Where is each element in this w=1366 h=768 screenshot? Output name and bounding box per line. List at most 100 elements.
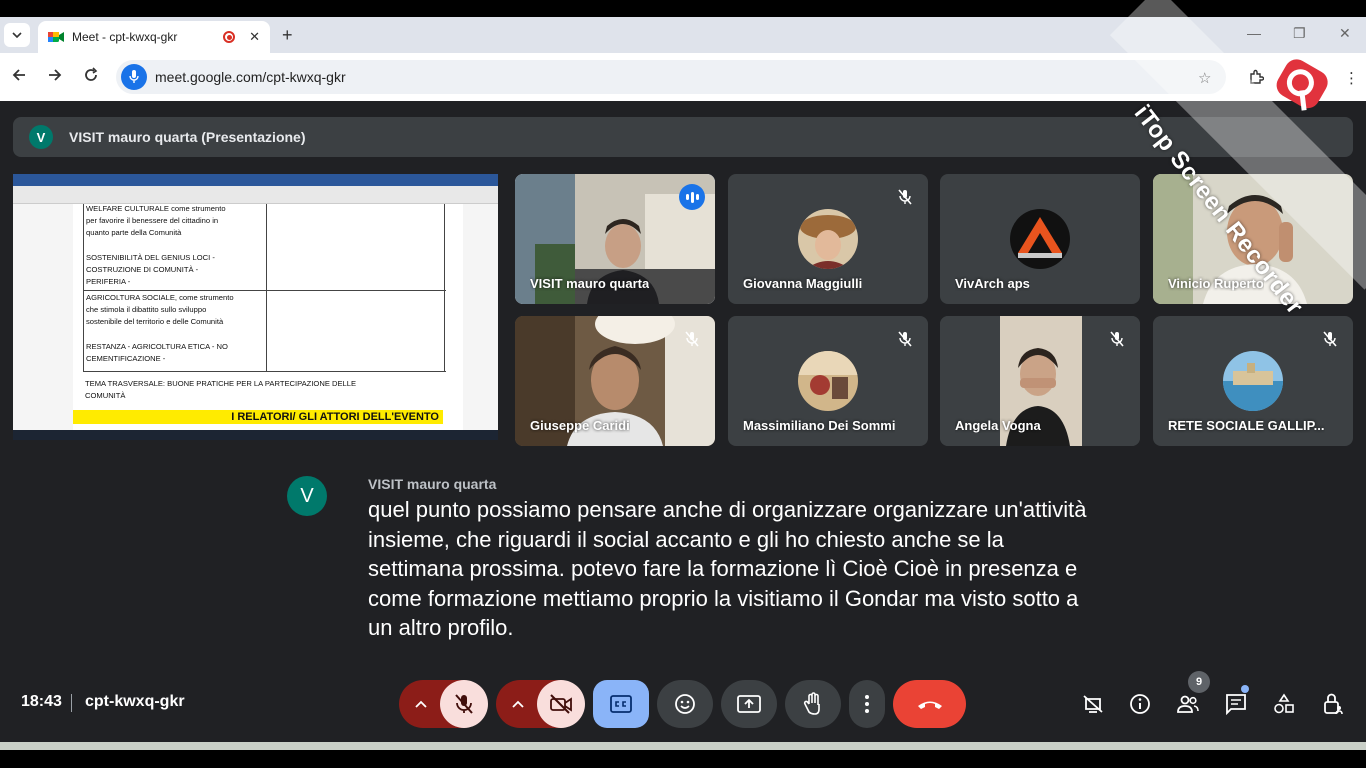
participant-avatar (1010, 209, 1070, 269)
browser-tab-strip: Meet - cpt-kwxq-gkr ✕ + — ❐ ✕ (0, 17, 1366, 53)
doc-line: RESTANZA - AGRICOLTURA ETICA - NO (86, 342, 228, 351)
google-meet-favicon-icon (48, 30, 64, 44)
captions-toggle-button[interactable] (593, 680, 649, 728)
raise-hand-icon (803, 692, 820, 715)
star-bookmark-icon[interactable]: ☆ (1198, 69, 1211, 87)
browser-tab-meet[interactable]: Meet - cpt-kwxq-gkr ✕ (38, 21, 270, 53)
present-now-button[interactable] (721, 680, 777, 728)
doc-line: CEMENTIFICAZIONE - (86, 354, 166, 363)
participant-tile[interactable]: Giovanna Maggiulli (728, 174, 928, 304)
mic-in-use-icon[interactable] (121, 64, 147, 90)
browser-toolbar: meet.google.com/cpt-kwxq-gkr ☆ ⋮ (0, 53, 1366, 101)
caption-text: quel punto possiamo pensare anche di org… (368, 497, 1087, 640)
doc-line: COSTRUZIONE DI COMUNITÀ - (86, 265, 199, 274)
mic-off-icon (1108, 330, 1126, 348)
participant-tile[interactable]: Angela Vogna (940, 316, 1140, 446)
doc-line: sostenibile del territorio e delle Comun… (86, 317, 224, 326)
bottom-strip (0, 742, 1366, 750)
activities-shapes-icon (1274, 693, 1294, 714)
camera-toggle-button[interactable] (537, 680, 585, 728)
participant-name: Massimiliano Dei Sommi (743, 418, 896, 433)
bottom-black-border (0, 750, 1366, 768)
divider (71, 694, 72, 712)
participant-avatar (798, 351, 858, 411)
participant-tile[interactable]: Massimiliano Dei Sommi (728, 316, 928, 446)
document-highlight: I RELATORI/ GLI ATTORI DELL'EVENTO (73, 410, 443, 424)
meeting-clock: 18:43 (21, 693, 62, 710)
people-button[interactable] (1175, 691, 1201, 717)
screen-off-icon (1083, 695, 1103, 713)
doc-line: WELFARE CULTURALE come strumento (86, 204, 226, 213)
mic-toggle-button[interactable] (440, 680, 488, 728)
reactions-button[interactable] (657, 680, 713, 728)
emoji-icon (675, 694, 695, 714)
meeting-code[interactable]: cpt-kwxq-gkr (85, 693, 185, 711)
document-page: WELFARE CULTURALE come strumento per fav… (73, 204, 463, 430)
mic-off-icon (896, 330, 914, 348)
top-black-border (0, 0, 1366, 17)
participant-name: Giovanna Maggiulli (743, 276, 863, 291)
lock-person-icon (1324, 693, 1343, 715)
word-title-bar (13, 174, 498, 186)
participant-name: Giuseppe Caridi (530, 418, 630, 433)
present-screen-icon (737, 695, 761, 713)
windows-taskbar (13, 430, 498, 440)
close-window-icon[interactable]: ✕ (1339, 25, 1351, 42)
videocam-off-icon (550, 694, 572, 714)
doc-line: che stimola il dibattito sullo sviluppo (86, 305, 207, 314)
close-tab-icon[interactable]: ✕ (249, 29, 260, 45)
participant-name: Vinicio Ruperto (1168, 276, 1264, 291)
tab-title: Meet - cpt-kwxq-gkr (72, 30, 178, 44)
word-ribbon (13, 186, 498, 204)
people-icon (1177, 695, 1199, 713)
doc-line: COMUNITÀ (85, 391, 126, 400)
tab-search-button[interactable] (4, 23, 30, 47)
minimize-icon[interactable]: — (1247, 25, 1261, 41)
doc-line: TEMA TRASVERSALE: BUONE PRATICHE PER LA … (85, 379, 357, 388)
more-vert-icon (865, 695, 869, 713)
extensions-puzzle-icon[interactable] (1248, 69, 1265, 89)
restore-icon[interactable]: ❐ (1293, 25, 1306, 42)
mic-off-icon (683, 330, 701, 348)
more-options-button[interactable] (849, 680, 885, 728)
chevron-down-icon (12, 32, 22, 38)
chat-icon (1226, 694, 1246, 715)
mic-options-chevron-icon[interactable] (399, 700, 443, 708)
activities-button[interactable] (1271, 691, 1297, 717)
caption-speaker-avatar: V (287, 476, 327, 516)
doc-line: quanto parte della Comunità (86, 228, 182, 237)
address-bar[interactable]: meet.google.com/cpt-kwxq-gkr (116, 60, 1226, 94)
call-end-icon (917, 701, 942, 709)
participant-tile[interactable]: VivArch aps (940, 174, 1140, 304)
chat-button[interactable] (1223, 691, 1249, 717)
doc-line: AGRICOLTURA SOCIALE, come strumento (86, 293, 234, 302)
doc-line: per favorire il benessere del cittadino … (86, 216, 219, 225)
mic-off-icon (896, 188, 914, 206)
camera-options-chevron-icon[interactable] (496, 700, 540, 708)
participant-avatar (798, 209, 858, 269)
participant-name: VISIT mauro quarta (530, 276, 650, 291)
participant-name: Angela Vogna (955, 418, 1041, 433)
leave-call-button[interactable] (893, 680, 966, 728)
screen: Meet - cpt-kwxq-gkr ✕ + — ❐ ✕ meet.googl… (0, 0, 1366, 768)
raise-hand-button[interactable] (785, 680, 841, 728)
mic-off-icon (1321, 330, 1339, 348)
companion-mode-button[interactable] (1080, 691, 1106, 717)
participant-name: RETE SOCIALE GALLIP... (1168, 418, 1325, 433)
host-controls-button[interactable] (1320, 691, 1346, 717)
participant-tile[interactable]: RETE SOCIALE GALLIP... (1153, 316, 1353, 446)
forward-arrow-icon[interactable] (47, 67, 63, 88)
reload-icon[interactable] (83, 67, 99, 88)
participant-tile[interactable]: Giuseppe Caridi (515, 316, 715, 446)
screen-share-presentation[interactable]: WELFARE CULTURALE come strumento per fav… (13, 174, 498, 440)
back-arrow-icon[interactable] (11, 67, 27, 88)
participant-tile[interactable]: VISIT mauro quarta (515, 174, 715, 304)
doc-line: PERIFERIA - (86, 277, 131, 286)
new-tab-button[interactable]: + (282, 25, 293, 46)
presenter-avatar: V (29, 125, 53, 149)
info-icon (1130, 694, 1150, 714)
meeting-details-button[interactable] (1127, 691, 1153, 717)
closed-caption-icon (610, 695, 632, 713)
browser-menu-icon[interactable]: ⋮ (1344, 69, 1359, 87)
unread-chat-dot (1241, 685, 1249, 693)
